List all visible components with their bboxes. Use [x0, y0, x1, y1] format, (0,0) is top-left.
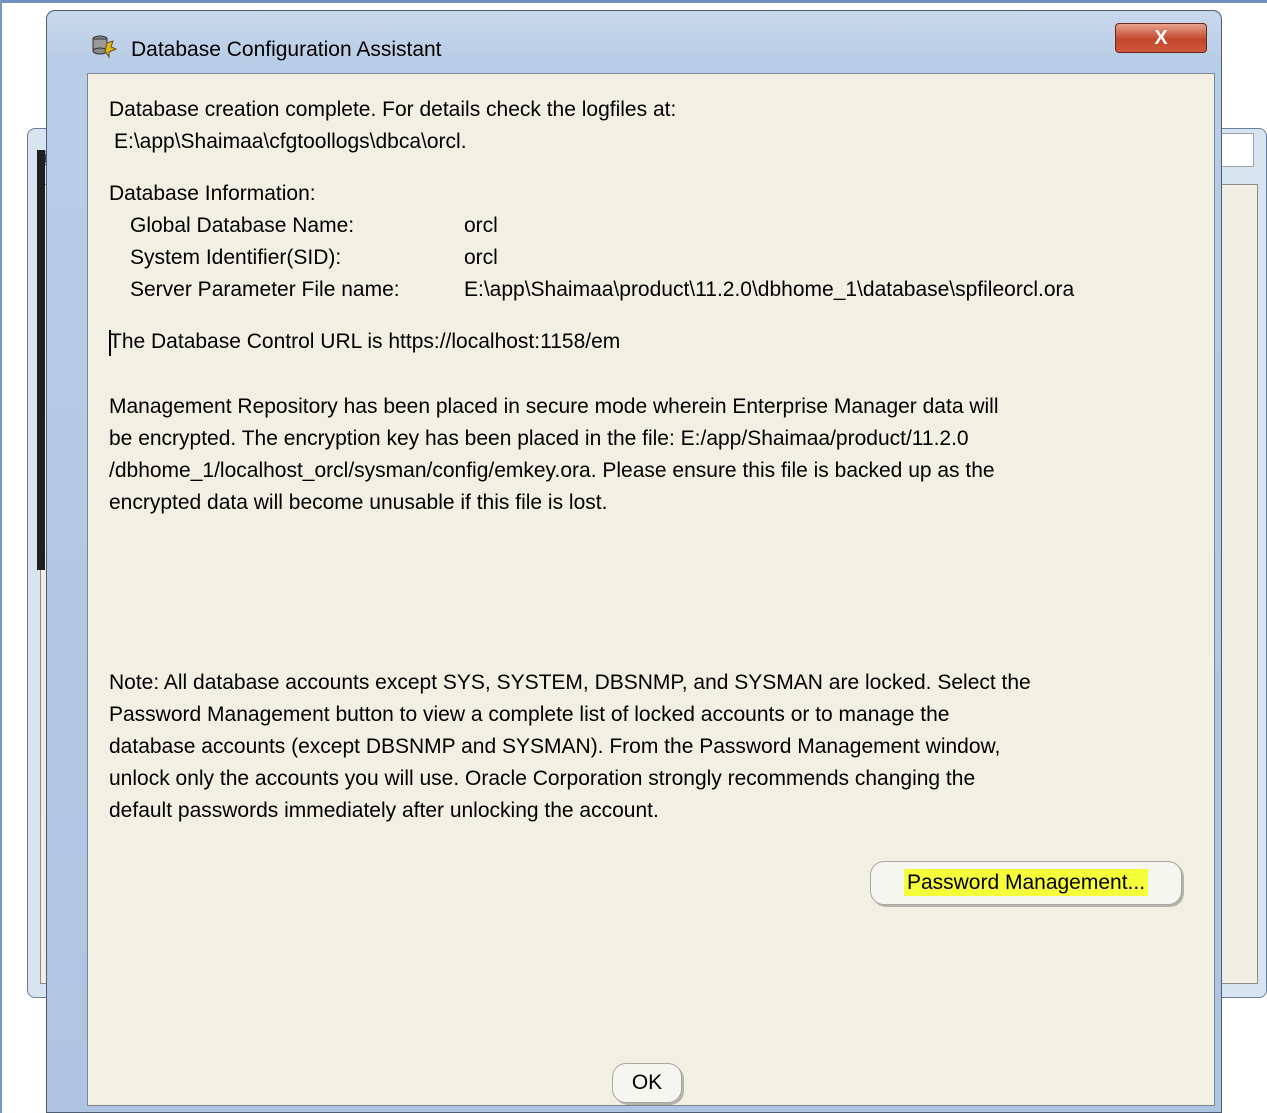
note-line-3: database accounts (except DBSNMP and SYS…: [109, 735, 1001, 758]
password-management-label: Password Management...: [903, 869, 1149, 896]
repository-line-1: Management Repository has been placed in…: [109, 395, 999, 418]
database-assistant-icon: [92, 35, 117, 59]
global-db-name-label: Global Database Name:: [130, 214, 355, 237]
completion-message: Database creation complete. For details …: [109, 98, 677, 121]
note-line-1: Note: All database accounts except SYS, …: [109, 671, 1031, 694]
screen-top-edge: [0, 0, 1267, 3]
logfile-path: E:\app\Shaimaa\cfgtoollogs\dbca\orcl.: [114, 130, 467, 153]
global-db-name-value: orcl: [464, 214, 498, 237]
dbca-dialog: Database Configuration Assistant X Datab…: [46, 10, 1222, 1113]
sid-value: orcl: [464, 246, 498, 269]
repository-line-4: encrypted data will become unusable if t…: [109, 491, 608, 514]
database-info-header: Database Information:: [109, 182, 316, 205]
note-line-2: Password Management button to view a com…: [109, 703, 950, 726]
repository-line-2: be encrypted. The encryption key has bee…: [109, 427, 969, 450]
note-line-5: default passwords immediately after unlo…: [109, 799, 659, 822]
note-line-4: unlock only the accounts you will use. O…: [109, 767, 976, 790]
spfile-value: E:\app\Shaimaa\product\11.2.0\dbhome_1\d…: [464, 278, 1075, 301]
password-management-button[interactable]: Password Management...: [870, 861, 1182, 905]
spfile-label: Server Parameter File name:: [130, 278, 400, 301]
background-dark-bar: [37, 150, 45, 570]
sid-label: System Identifier(SID):: [130, 246, 342, 269]
close-button[interactable]: X: [1115, 23, 1207, 53]
screen-left-edge: [0, 0, 2, 1113]
control-url-text: The Database Control URL is https://loca…: [109, 330, 621, 353]
window-title: Database Configuration Assistant: [131, 38, 442, 61]
ok-button[interactable]: OK: [612, 1063, 682, 1103]
repository-line-3: /dbhome_1/localhost_orcl/sysman/config/e…: [109, 459, 995, 482]
message-panel: Database creation complete. For details …: [87, 73, 1215, 1106]
